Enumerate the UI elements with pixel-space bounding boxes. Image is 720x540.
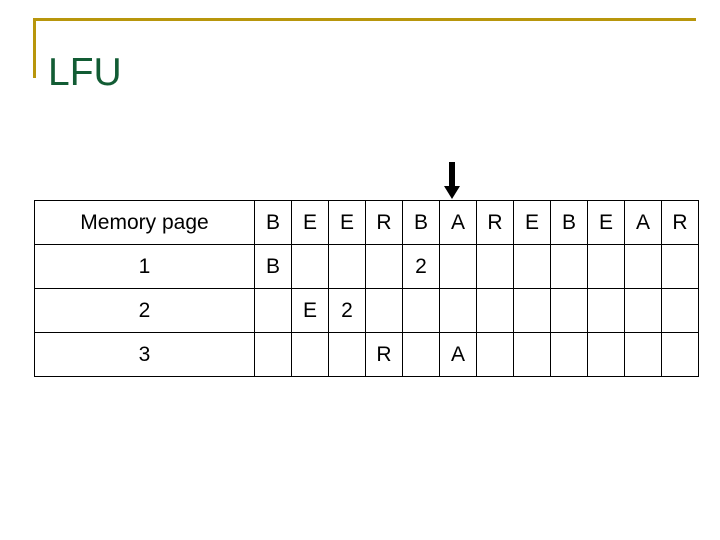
sequence-header-cell: B (254, 200, 292, 245)
frame-cell (328, 332, 366, 377)
row-label: 1 (34, 244, 255, 289)
row-label: 3 (34, 332, 255, 377)
column-header-memory-page: Memory page (34, 200, 255, 245)
down-arrow-icon (443, 162, 461, 200)
frame-cell (661, 288, 699, 333)
frame-cell (402, 332, 440, 377)
frame-cell (291, 332, 329, 377)
sequence-header-cell: R (661, 200, 699, 245)
frame-cell (365, 288, 403, 333)
page-title: LFU (48, 51, 122, 95)
row-label: 2 (34, 288, 255, 333)
frame-cell (291, 244, 329, 289)
sequence-header-cell: E (328, 200, 366, 245)
sequence-header-cell: R (476, 200, 514, 245)
frame-cell (439, 244, 477, 289)
frame-cell (587, 332, 625, 377)
frame-cell (550, 244, 588, 289)
frame-cell (661, 244, 699, 289)
frame-cell (476, 332, 514, 377)
frame-cell (587, 288, 625, 333)
frame-cell (624, 288, 662, 333)
frame-cell: A (439, 332, 477, 377)
sequence-header-cell: B (402, 200, 440, 245)
table-row: 1 B 2 (34, 244, 699, 289)
table-row: 2 E 2 (34, 288, 699, 333)
frame-cell (513, 288, 551, 333)
frame-cell (476, 244, 514, 289)
frame-cell: 2 (402, 244, 440, 289)
frame-cell (328, 244, 366, 289)
frame-cell (513, 244, 551, 289)
frame-cell: R (365, 332, 403, 377)
frame-cell (439, 288, 477, 333)
frame-cell (587, 244, 625, 289)
frame-cell (402, 288, 440, 333)
table-body: 1 B 2 2 E 2 3 R A (34, 244, 699, 377)
frame-cell (254, 332, 292, 377)
frame-cell (476, 288, 514, 333)
sequence-header-cell: B (550, 200, 588, 245)
sequence-header-cell: A (439, 200, 477, 245)
sequence-header-cell: R (365, 200, 403, 245)
table-header-row: Memory page B E E R B A R E B E A R (34, 200, 699, 245)
table-head: Memory page B E E R B A R E B E A R (34, 200, 699, 245)
frame-cell (550, 288, 588, 333)
frame-cell: B (254, 244, 292, 289)
frame-cell: 2 (328, 288, 366, 333)
frame-cell (550, 332, 588, 377)
sequence-header-cell: E (291, 200, 329, 245)
title-top-rule (33, 18, 696, 21)
sequence-header-cell: A (624, 200, 662, 245)
frame-cell (624, 332, 662, 377)
frame-cell (624, 244, 662, 289)
frame-cell (254, 288, 292, 333)
lfu-memory-page-table: Memory page B E E R B A R E B E A R 1 B … (34, 200, 699, 377)
frame-cell (365, 244, 403, 289)
title-left-rule (33, 18, 36, 78)
frame-cell (661, 332, 699, 377)
table-row: 3 R A (34, 332, 699, 377)
sequence-header-cell: E (513, 200, 551, 245)
sequence-header-cell: E (587, 200, 625, 245)
frame-cell (513, 332, 551, 377)
frame-cell: E (291, 288, 329, 333)
